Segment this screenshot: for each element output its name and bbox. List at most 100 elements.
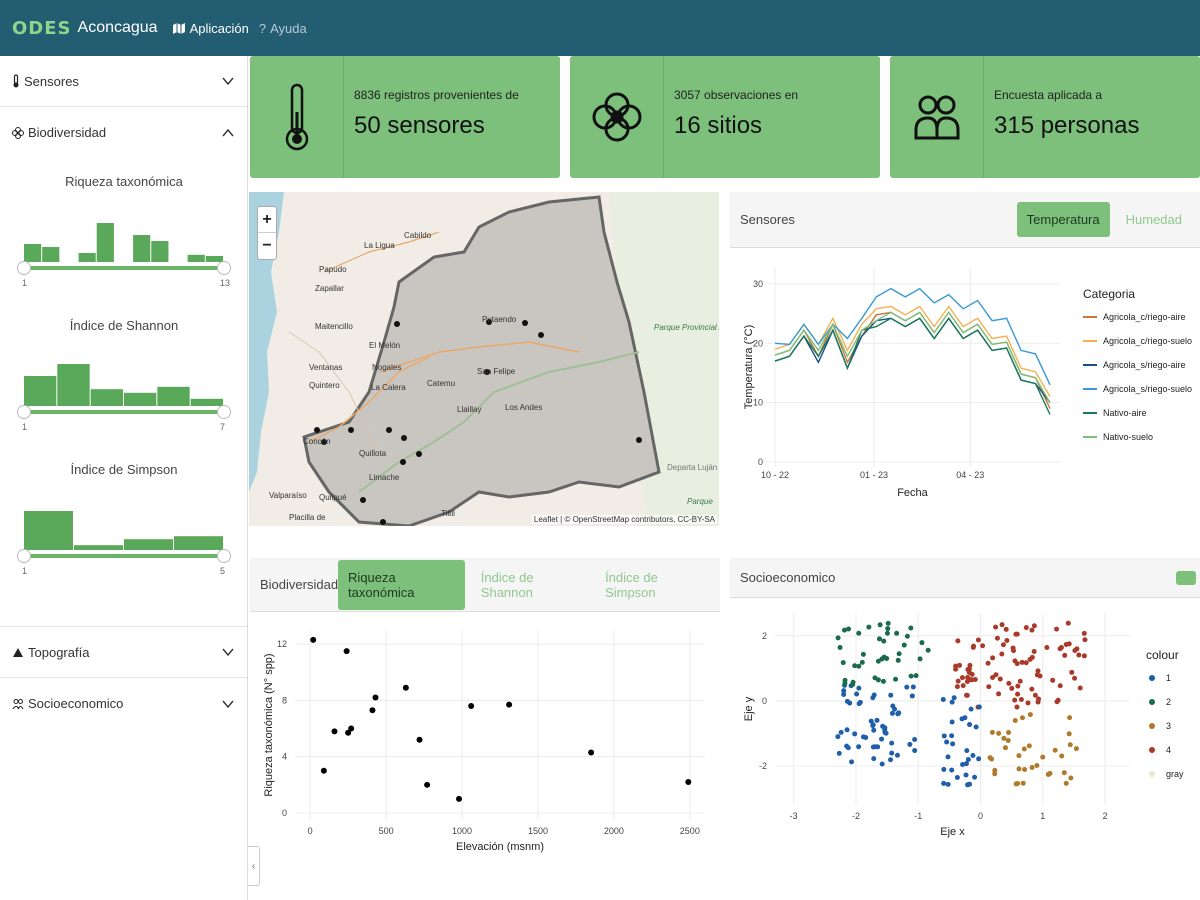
tab-humedad[interactable]: Humedad: [1116, 202, 1192, 237]
scatter-point: [1001, 735, 1007, 741]
x-axis-label: Fecha: [897, 487, 928, 499]
mountain-icon: [13, 648, 23, 657]
map-attribution[interactable]: Leaflet | © OpenStreetMap contributors, …: [531, 515, 717, 524]
scatter-point: [949, 719, 955, 725]
scatter-point: [866, 624, 872, 630]
y-tick-label: 0: [762, 696, 767, 706]
brand-logo[interactable]: ODES: [12, 18, 72, 39]
x-tick-label: -1: [914, 811, 922, 821]
scatter-point: [846, 626, 852, 632]
tab-temperatura[interactable]: Temperatura: [1016, 202, 1110, 237]
scatter-point: [884, 630, 890, 636]
slider-max-handle[interactable]: [217, 405, 231, 419]
scatter-point: [960, 683, 966, 689]
x-tick-label: 2500: [680, 826, 700, 836]
scatter-point: [904, 633, 910, 639]
tab-simpson[interactable]: Índice de Simpson: [595, 560, 712, 610]
place-label: Maitencillo: [315, 322, 353, 331]
scatter-point: [1044, 645, 1050, 651]
scatter-point: [972, 677, 978, 683]
place-label: Tiltil: [441, 509, 455, 518]
scatter-point: [468, 703, 475, 709]
scatter-point: [871, 756, 877, 762]
place-label: Zapallar: [315, 284, 344, 293]
scatter-point: [838, 729, 844, 735]
tab-riqueza[interactable]: Riqueza taxonómica: [338, 559, 465, 610]
flower-icon: [592, 92, 641, 142]
scatter-point: [1006, 730, 1012, 736]
range-slider-track[interactable]: [24, 410, 224, 414]
scatter-point: [1072, 675, 1078, 681]
histogram-bar: [24, 511, 73, 550]
scatter-point: [860, 734, 866, 740]
card-value: 16 sitios: [674, 112, 763, 139]
scatter-point: [879, 761, 885, 767]
scatter-point: [894, 630, 900, 636]
accordion-sensores[interactable]: Sensores: [0, 56, 247, 107]
scatter-point: [959, 675, 965, 681]
zoom-in-button[interactable]: +: [258, 207, 276, 233]
map-icon: [172, 22, 185, 34]
accordion-socioeconomico[interactable]: Socioeconomico: [0, 678, 247, 729]
scatter-point: [986, 684, 992, 690]
legend-label: Nativo-aire: [1103, 408, 1147, 418]
scatter-point: [875, 658, 881, 664]
slider-min-handle[interactable]: [17, 261, 31, 275]
x-tick-label: 0: [308, 826, 313, 836]
map-canvas[interactable]: La Ligua Cabildo Papudo Zapallar Maitenc…: [249, 192, 719, 526]
scatter-point: [904, 684, 910, 690]
nav-link-aplicacion[interactable]: Aplicación: [172, 21, 249, 36]
scatter-point: [907, 741, 913, 747]
scatter-point: [844, 727, 850, 733]
scatter-point: [1000, 642, 1006, 648]
slider-max-handle[interactable]: [217, 261, 231, 275]
range-slider-track[interactable]: [24, 266, 224, 270]
slider-min-handle[interactable]: [17, 405, 31, 419]
scatter-point: [996, 691, 1002, 697]
accordion-biodiversidad[interactable]: Biodiversidad: [0, 107, 247, 158]
accordion-label: Sensores: [24, 73, 79, 89]
x-axis-label: Elevación (msnm): [456, 841, 544, 853]
scatter-point: [910, 684, 916, 690]
nav-link-ayuda[interactable]: ? Ayuda: [259, 21, 307, 36]
scatter-point: [966, 781, 972, 787]
scatter-point: [870, 723, 876, 729]
scatter-point: [1005, 738, 1011, 744]
scatter-point: [852, 663, 858, 669]
accordion-topografia[interactable]: Topografía: [0, 627, 247, 678]
scatter-point: [1067, 715, 1073, 721]
card-caption: 8836 registros provenientes de: [354, 88, 519, 102]
scatter-point: [840, 660, 846, 666]
y-tick-label: 4: [282, 752, 287, 762]
x-tick-label: 01 - 23: [860, 470, 888, 480]
scatter-point: [1034, 762, 1040, 768]
slider-min-handle[interactable]: [17, 549, 31, 563]
y-tick-label: 12: [277, 639, 287, 649]
scatter-point: [950, 741, 956, 747]
legend-label: 1: [1166, 673, 1171, 683]
brand-name[interactable]: Aconcagua: [78, 19, 158, 37]
legend-label: Agricola_c/riego-suelo: [1103, 336, 1192, 346]
scatter-point: [868, 718, 874, 724]
histogram-bar: [96, 223, 114, 262]
scatter-point: [892, 706, 898, 712]
scatter-point: [588, 749, 595, 756]
range-slider-track[interactable]: [24, 554, 224, 558]
zoom-out-button[interactable]: −: [258, 233, 276, 259]
scatter-point: [964, 748, 970, 754]
scatter-point: [941, 780, 947, 786]
card-value: 50 sensores: [354, 112, 485, 139]
region-map[interactable]: La Ligua Cabildo Papudo Zapallar Maitenc…: [249, 192, 719, 526]
scatter-point: [837, 644, 843, 650]
place-label: Quilpué: [319, 493, 347, 502]
scatter-point: [993, 672, 999, 678]
scatter-point: [348, 725, 355, 732]
scatter-point: [343, 648, 350, 655]
scatter-point: [310, 636, 317, 643]
place-label: Quillota: [359, 449, 387, 458]
tab-shannon[interactable]: Índice de Shannon: [471, 560, 589, 610]
scatter-point: [912, 737, 918, 743]
slider-max-handle[interactable]: [217, 549, 231, 563]
legend-label: 2: [1166, 697, 1171, 707]
socio-toggle-button[interactable]: [1176, 570, 1196, 585]
